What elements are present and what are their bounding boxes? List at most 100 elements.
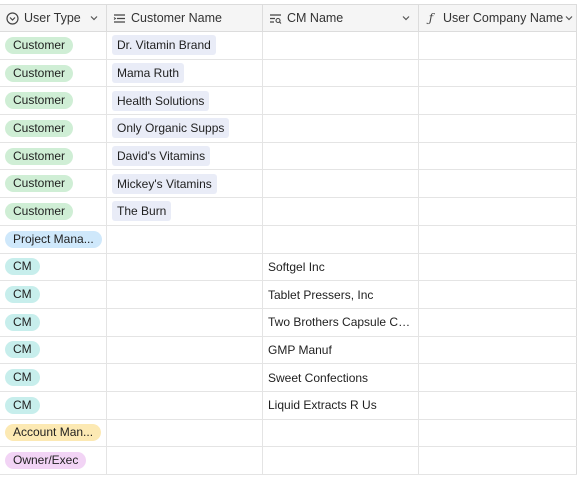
cell-cm-name[interactable]: GMP Manuf — [263, 336, 419, 364]
cell-customer-name[interactable]: David's Vitamins — [107, 142, 263, 170]
cell-cm-name[interactable] — [263, 198, 419, 225]
cm-name-text: Tablet Pressers, Inc — [268, 287, 374, 302]
customer-name-tag[interactable]: David's Vitamins — [112, 146, 211, 167]
cell-user-type[interactable]: Project Mana... — [0, 225, 107, 253]
cell-customer-name[interactable] — [107, 447, 263, 474]
table-row[interactable]: CM Softgel Inc — [0, 253, 577, 282]
table-row[interactable]: CM Sweet Confections — [0, 364, 577, 392]
table-row[interactable]: CM GMP Manuf — [0, 336, 577, 365]
customer-name-tag[interactable]: Health Solutions — [112, 90, 210, 111]
cell-user-type[interactable]: CM — [0, 336, 107, 364]
cell-user-company-name[interactable] — [419, 115, 577, 142]
table-row[interactable]: Customer Health Solutions — [0, 87, 577, 116]
cell-user-type[interactable]: CM — [0, 391, 107, 419]
cell-user-company-name[interactable] — [419, 32, 577, 59]
table-row[interactable]: CM Liquid Extracts R Us — [0, 391, 577, 420]
cell-cm-name[interactable]: Liquid Extracts R Us — [263, 391, 419, 419]
cell-customer-name[interactable]: Dr. Vitamin Brand — [107, 32, 263, 59]
column-header-user-type[interactable]: User Type — [0, 5, 107, 31]
cell-user-company-name[interactable] — [419, 447, 577, 474]
cell-cm-name[interactable]: Softgel Inc — [263, 253, 419, 281]
cell-customer-name[interactable] — [107, 336, 263, 364]
cell-user-type[interactable]: Customer — [0, 32, 107, 59]
cell-cm-name[interactable] — [263, 32, 419, 59]
cell-user-type[interactable]: CM — [0, 364, 107, 391]
table-row[interactable]: CM Tablet Pressers, Inc — [0, 281, 577, 309]
cell-customer-name[interactable]: Mama Ruth — [107, 59, 263, 87]
chevron-down-icon[interactable] — [400, 12, 412, 24]
table-row[interactable]: Customer Mama Ruth — [0, 59, 577, 88]
cell-user-company-name[interactable] — [419, 170, 577, 198]
cell-cm-name[interactable] — [263, 447, 419, 474]
cell-cm-name[interactable] — [263, 59, 419, 87]
cell-customer-name[interactable]: Mickey's Vitamins — [107, 170, 263, 198]
cell-user-company-name[interactable] — [419, 59, 577, 87]
user-type-pill: Owner/Exec — [5, 452, 87, 470]
table-row[interactable]: Owner/Exec — [0, 447, 577, 475]
cell-user-company-name[interactable] — [419, 142, 577, 170]
cell-cm-name[interactable]: Tablet Pressers, Inc — [263, 281, 419, 308]
chevron-down-icon[interactable] — [88, 12, 100, 24]
customer-name-tag[interactable]: Dr. Vitamin Brand — [112, 35, 216, 56]
cell-customer-name[interactable] — [107, 419, 263, 447]
cell-user-type[interactable]: Customer — [0, 198, 107, 225]
cell-user-type[interactable]: Owner/Exec — [0, 447, 107, 474]
user-type-pill: Customer — [5, 119, 74, 137]
cell-user-type[interactable]: CM — [0, 308, 107, 336]
cell-customer-name[interactable] — [107, 253, 263, 281]
cell-cm-name[interactable]: Two Brothers Capsule Co... — [263, 308, 419, 336]
column-label: User Type — [24, 11, 81, 25]
column-header-user-company-name[interactable]: ƒ User Company Name — [419, 5, 577, 31]
cell-user-type[interactable]: Customer — [0, 142, 107, 170]
cell-cm-name[interactable] — [263, 170, 419, 198]
table-row[interactable]: Customer David's Vitamins — [0, 142, 577, 171]
cell-user-type[interactable]: Customer — [0, 115, 107, 142]
cell-cm-name[interactable] — [263, 419, 419, 447]
cell-user-company-name[interactable] — [419, 308, 577, 336]
cell-customer-name[interactable] — [107, 281, 263, 308]
cell-user-type[interactable]: Customer — [0, 87, 107, 115]
cell-user-company-name[interactable] — [419, 364, 577, 391]
cell-customer-name[interactable] — [107, 364, 263, 391]
customer-name-tag[interactable]: Mama Ruth — [112, 63, 185, 84]
table-row[interactable]: Customer Only Organic Supps — [0, 115, 577, 143]
customer-name-tag[interactable]: Only Organic Supps — [112, 118, 230, 139]
data-grid: User Type Customer Name CM Name ƒ User C… — [0, 4, 577, 475]
cell-cm-name[interactable] — [263, 87, 419, 115]
cell-user-type[interactable]: Customer — [0, 170, 107, 198]
customer-name-tag[interactable]: The Burn — [112, 201, 172, 222]
cell-cm-name[interactable] — [263, 225, 419, 253]
cell-cm-name[interactable] — [263, 115, 419, 142]
chevron-down-icon[interactable] — [563, 12, 575, 24]
cell-user-company-name[interactable] — [419, 281, 577, 308]
cell-customer-name[interactable] — [107, 225, 263, 253]
cell-user-type[interactable]: CM — [0, 253, 107, 281]
cell-user-company-name[interactable] — [419, 391, 577, 419]
cell-user-type[interactable]: Account Man... — [0, 419, 107, 447]
cell-customer-name[interactable] — [107, 391, 263, 419]
cell-user-company-name[interactable] — [419, 419, 577, 447]
cell-user-type[interactable]: CM — [0, 281, 107, 308]
column-header-cm-name[interactable]: CM Name — [263, 5, 419, 31]
cell-user-company-name[interactable] — [419, 225, 577, 253]
cell-user-company-name[interactable] — [419, 87, 577, 115]
user-type-pill: Customer — [5, 175, 74, 193]
customer-name-tag[interactable]: Mickey's Vitamins — [112, 173, 217, 194]
cell-user-company-name[interactable] — [419, 253, 577, 281]
table-row[interactable]: Customer The Burn — [0, 198, 577, 226]
cell-customer-name[interactable]: Only Organic Supps — [107, 115, 263, 142]
cell-user-type[interactable]: Customer — [0, 59, 107, 87]
table-row[interactable]: Account Man... — [0, 419, 577, 448]
column-header-customer-name[interactable]: Customer Name — [107, 5, 263, 31]
cell-cm-name[interactable] — [263, 142, 419, 170]
table-row[interactable]: Customer Dr. Vitamin Brand — [0, 32, 577, 60]
cell-cm-name[interactable]: Sweet Confections — [263, 364, 419, 391]
table-row[interactable]: Customer Mickey's Vitamins — [0, 170, 577, 199]
table-row[interactable]: CM Two Brothers Capsule Co... — [0, 308, 577, 337]
cell-customer-name[interactable] — [107, 308, 263, 336]
cell-customer-name[interactable]: Health Solutions — [107, 87, 263, 115]
table-row[interactable]: Project Mana... — [0, 225, 577, 254]
cell-customer-name[interactable]: The Burn — [107, 198, 263, 225]
cell-user-company-name[interactable] — [419, 336, 577, 364]
cell-user-company-name[interactable] — [419, 198, 577, 225]
